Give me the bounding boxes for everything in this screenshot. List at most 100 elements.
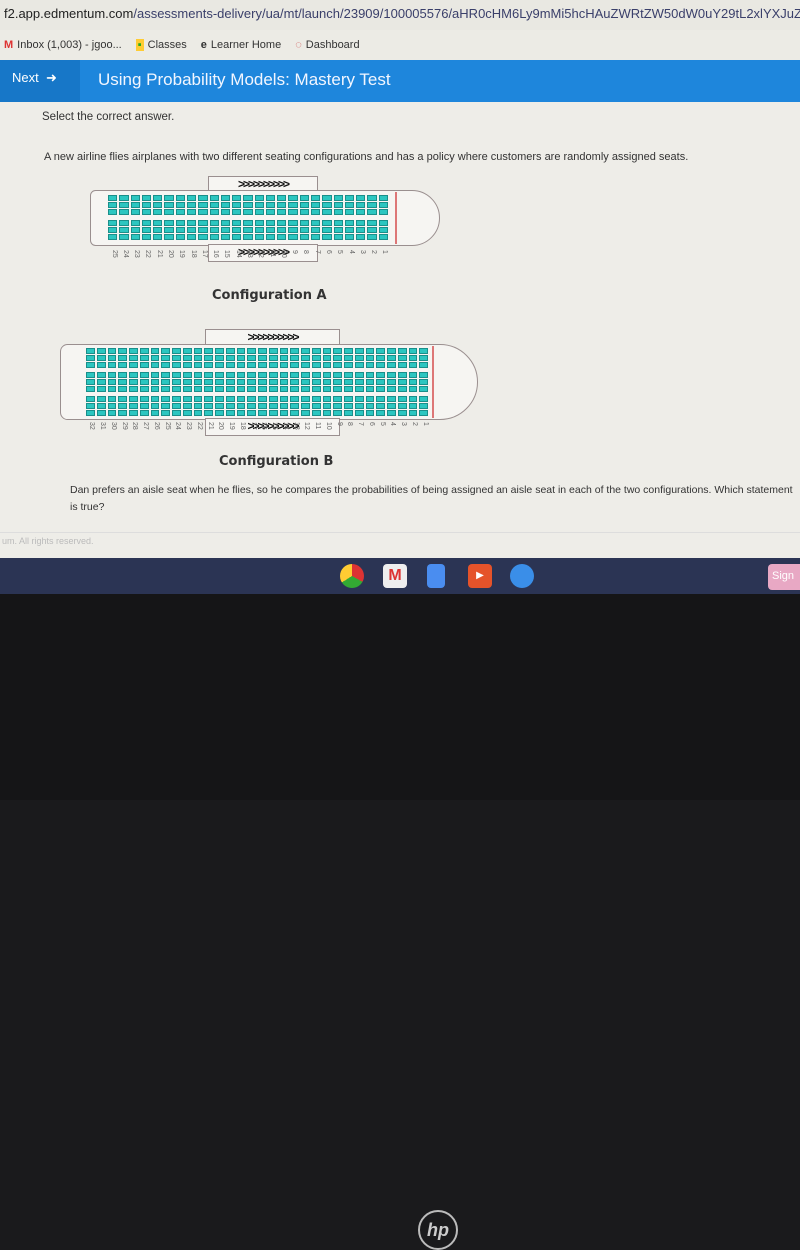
- seat: [299, 202, 310, 208]
- seat: [311, 372, 321, 378]
- seat-row-4: [387, 372, 396, 392]
- seat: [408, 403, 418, 409]
- seat: [220, 227, 231, 233]
- seat: [354, 410, 364, 416]
- seat: [182, 396, 192, 402]
- seat-row-1: [419, 348, 428, 368]
- seat: [378, 209, 388, 215]
- seat-row-26: [150, 372, 160, 392]
- seat: [198, 195, 208, 201]
- seat: [299, 195, 310, 201]
- seat: [204, 348, 213, 354]
- row-number: 5: [378, 422, 386, 426]
- seat: [333, 348, 342, 354]
- seat: [354, 372, 364, 378]
- seat: [193, 362, 203, 368]
- seat-row-28: [129, 348, 138, 368]
- row-number: 7: [313, 250, 321, 254]
- seat: [322, 209, 332, 215]
- seat: [129, 386, 138, 392]
- bookmark-inbox[interactable]: M Inbox (1,003) - jgoo...: [4, 39, 122, 51]
- seat: [96, 379, 106, 385]
- row-number: 9: [335, 422, 343, 426]
- bookmark-learner-home[interactable]: e Learner Home: [201, 39, 281, 51]
- seat-row-24: [172, 348, 181, 368]
- seat: [153, 227, 163, 233]
- seat-row-10: [322, 396, 332, 416]
- seat: [344, 202, 355, 208]
- seat-row-13: [290, 372, 299, 392]
- seat: [279, 396, 289, 402]
- seat-row-32: [86, 372, 95, 392]
- address-bar[interactable]: f2.app.edmentum.com/assessments-delivery…: [0, 0, 800, 30]
- seat: [344, 209, 355, 215]
- seat: [129, 379, 138, 385]
- seat-row-11: [311, 396, 321, 416]
- gmail-icon[interactable]: M: [383, 564, 407, 588]
- question-prompt: Dan prefers an aisle seat when he flies,…: [70, 484, 793, 513]
- seat: [247, 355, 256, 361]
- question-intro: A new airline flies airplanes with two d…: [44, 151, 689, 163]
- seat: [408, 362, 418, 368]
- seat: [96, 386, 106, 392]
- row-number: 28: [131, 422, 139, 430]
- bookmark-classes[interactable]: ▪ Classes: [135, 39, 187, 51]
- seat: [301, 410, 310, 416]
- seat: [367, 220, 377, 226]
- docs-icon[interactable]: [427, 564, 445, 588]
- seat-row-17: [247, 396, 256, 416]
- play-icon[interactable]: ▶: [468, 564, 492, 588]
- seat: [311, 220, 321, 226]
- seat-row-3: [356, 220, 366, 240]
- row-number: 9: [291, 250, 299, 254]
- seat: [139, 362, 149, 368]
- seat: [365, 386, 375, 392]
- seat-row-15: [268, 348, 278, 368]
- seat: [150, 396, 160, 402]
- seat-row-19: [225, 396, 235, 416]
- seat: [311, 355, 321, 361]
- seat: [258, 379, 267, 385]
- seat: [322, 379, 332, 385]
- chrome-icon[interactable]: [340, 564, 364, 588]
- seat: [290, 403, 299, 409]
- seat-row-10: [322, 348, 332, 368]
- seat: [279, 348, 289, 354]
- row-number: 1: [421, 422, 429, 426]
- seat-row-4: [387, 348, 396, 368]
- seat: [243, 202, 253, 208]
- seat-row-5: [333, 195, 343, 215]
- bookmark-label: Inbox (1,003) - jgoo...: [17, 39, 122, 51]
- seat-row-3: [397, 372, 407, 392]
- seat: [232, 234, 242, 240]
- seat-row-11: [311, 372, 321, 392]
- seat: [193, 386, 203, 392]
- taskbar: M ▶ Sign: [0, 558, 800, 594]
- seat-row-20: [215, 396, 224, 416]
- seat: [198, 227, 208, 233]
- row-number: 22: [195, 422, 203, 430]
- question-area: Select the correct answer. A new airline…: [0, 102, 800, 558]
- row-number: 16: [212, 250, 220, 258]
- sign-button[interactable]: Sign: [768, 564, 800, 590]
- seat: [387, 355, 396, 361]
- seat-row-7: [311, 195, 321, 215]
- row-number: 24: [174, 422, 182, 430]
- seat-row-13: [243, 195, 253, 215]
- row-number: 8: [302, 250, 310, 254]
- seat: [204, 396, 213, 402]
- seat: [209, 195, 219, 201]
- seat: [108, 227, 118, 233]
- seat: [209, 209, 219, 215]
- seat: [258, 403, 267, 409]
- seat: [376, 362, 385, 368]
- seat-row-23: [182, 348, 192, 368]
- row-number: 18: [189, 250, 197, 258]
- seat: [130, 202, 140, 208]
- bookmark-dashboard[interactable]: ◌ Dashboard: [295, 39, 359, 51]
- seat: [354, 355, 364, 361]
- next-button[interactable]: Next ➜: [0, 60, 80, 102]
- seat-row-17: [198, 220, 208, 240]
- seat: [182, 403, 192, 409]
- files-icon[interactable]: [510, 564, 534, 588]
